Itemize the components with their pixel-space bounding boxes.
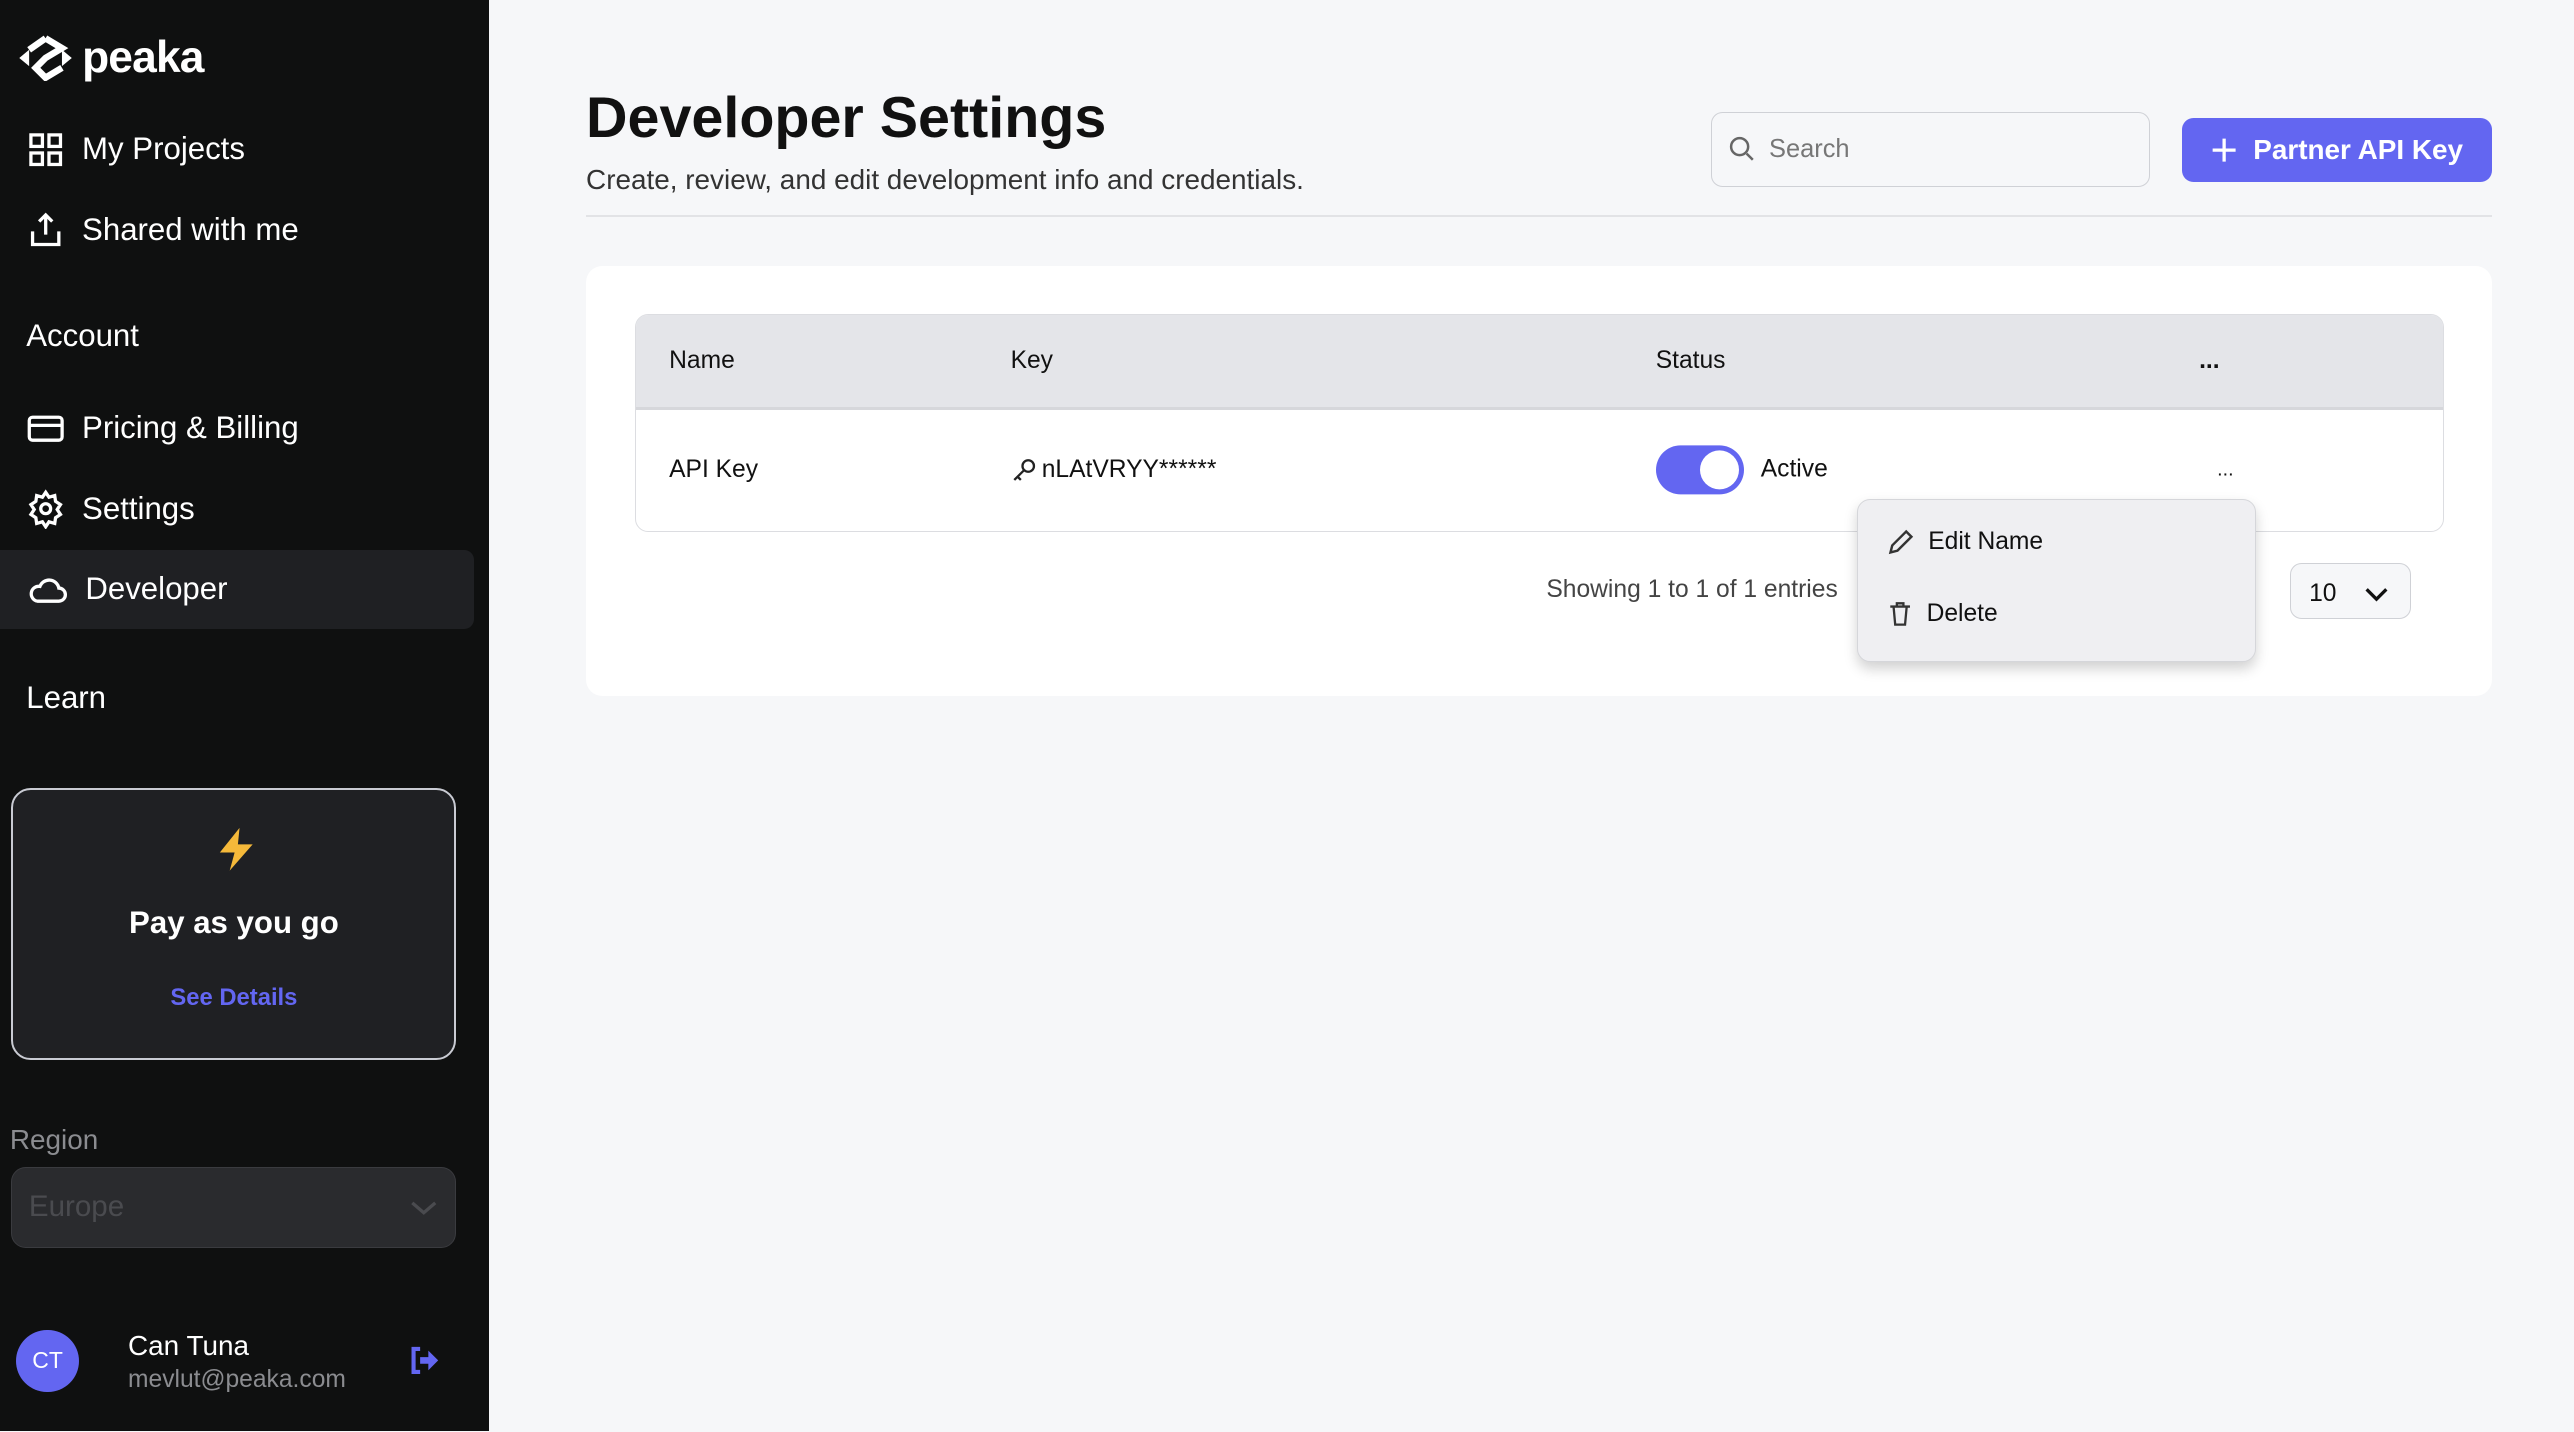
header-divider	[586, 215, 2492, 217]
share-icon	[31, 212, 61, 247]
search-icon	[1729, 137, 1754, 162]
page-size-value: 10	[2309, 580, 2337, 608]
plan-title: Pay as you go	[129, 904, 339, 940]
chevron-down-icon	[2365, 588, 2388, 602]
pencil-icon	[1888, 529, 1914, 555]
user-email: mevlut@peaka.com	[128, 1365, 346, 1393]
region-select[interactable]: Europe	[11, 1167, 457, 1248]
menu-item-label: Delete	[1926, 600, 1998, 628]
search-box[interactable]	[1710, 111, 2151, 188]
sidebar-item-label: Pricing & Billing	[82, 410, 299, 446]
sidebar-item-label: My Projects	[82, 131, 245, 167]
button-label: Partner API Key	[2253, 134, 2464, 166]
status-toggle[interactable]	[1655, 445, 1745, 495]
sidebar-item-my-projects[interactable]: My Projects	[0, 110, 474, 189]
logout-icon[interactable]	[407, 1344, 440, 1377]
column-actions[interactable]: ...	[2199, 347, 2220, 375]
column-status: Status	[1655, 346, 1726, 374]
grid-icon	[29, 132, 63, 166]
chevron-down-icon	[411, 1201, 437, 1215]
learn-heading[interactable]: Learn	[26, 680, 106, 716]
sidebar-item-developer[interactable]: Developer	[0, 549, 475, 629]
cloud-icon	[29, 578, 68, 603]
logo[interactable]: peaka	[16, 32, 204, 83]
status-label: Active	[1760, 455, 1828, 483]
sidebar-item-label: Shared with me	[82, 211, 299, 247]
trash-icon	[1890, 602, 1911, 626]
row-context-menu: Edit Name Delete	[1856, 499, 2256, 662]
sidebar-item-label: Settings	[82, 490, 195, 526]
see-details-link[interactable]: See Details	[13, 984, 454, 1012]
gear-icon	[28, 489, 63, 529]
cell-status: Active	[1655, 445, 1828, 495]
sidebar-item-label: Developer	[85, 571, 228, 607]
row-actions-button[interactable]: ...	[2217, 458, 2233, 481]
cell-key: nLAtVRYY******	[1011, 455, 1217, 484]
account-heading: Account	[26, 318, 139, 354]
plus-icon	[2212, 138, 2236, 162]
user-name: Can Tuna	[128, 1329, 249, 1361]
page-subtitle: Create, review, and edit development inf…	[586, 164, 1304, 196]
cell-name: API Key	[669, 455, 759, 483]
menu-item-delete[interactable]: Delete	[1887, 600, 1998, 628]
brand-name: peaka	[82, 32, 204, 82]
partner-api-key-button[interactable]: Partner API Key	[2181, 118, 2492, 183]
key-value: nLAtVRYY******	[1041, 455, 1217, 483]
menu-item-edit-name[interactable]: Edit Name	[1887, 528, 2043, 556]
region-value: Europe	[28, 1190, 125, 1224]
page-size-select[interactable]: 10	[2290, 563, 2412, 619]
pagination-summary: Showing 1 to 1 of 1 entries	[1546, 576, 1838, 604]
column-key: Key	[1010, 346, 1053, 374]
search-input[interactable]	[1768, 134, 2098, 164]
page-title: Developer Settings	[586, 86, 1107, 151]
sidebar: peaka My Projects Shared with me Account…	[0, 0, 490, 1432]
column-name: Name	[669, 346, 735, 374]
table-header: Name Key Status ...	[636, 314, 2444, 410]
lightning-icon	[220, 827, 254, 871]
credit-card-icon	[27, 415, 64, 442]
avatar[interactable]: CT	[16, 1329, 79, 1393]
region-label: Region	[9, 1124, 99, 1156]
menu-item-label: Edit Name	[1928, 527, 2044, 555]
peaka-logo-icon	[19, 35, 73, 81]
plan-card: Pay as you go See Details	[11, 787, 457, 1061]
key-icon	[1013, 458, 1035, 481]
sidebar-item-settings[interactable]: Settings	[0, 469, 474, 548]
sidebar-item-shared-with-me[interactable]: Shared with me	[0, 190, 474, 269]
sidebar-item-pricing-billing[interactable]: Pricing & Billing	[0, 389, 474, 468]
